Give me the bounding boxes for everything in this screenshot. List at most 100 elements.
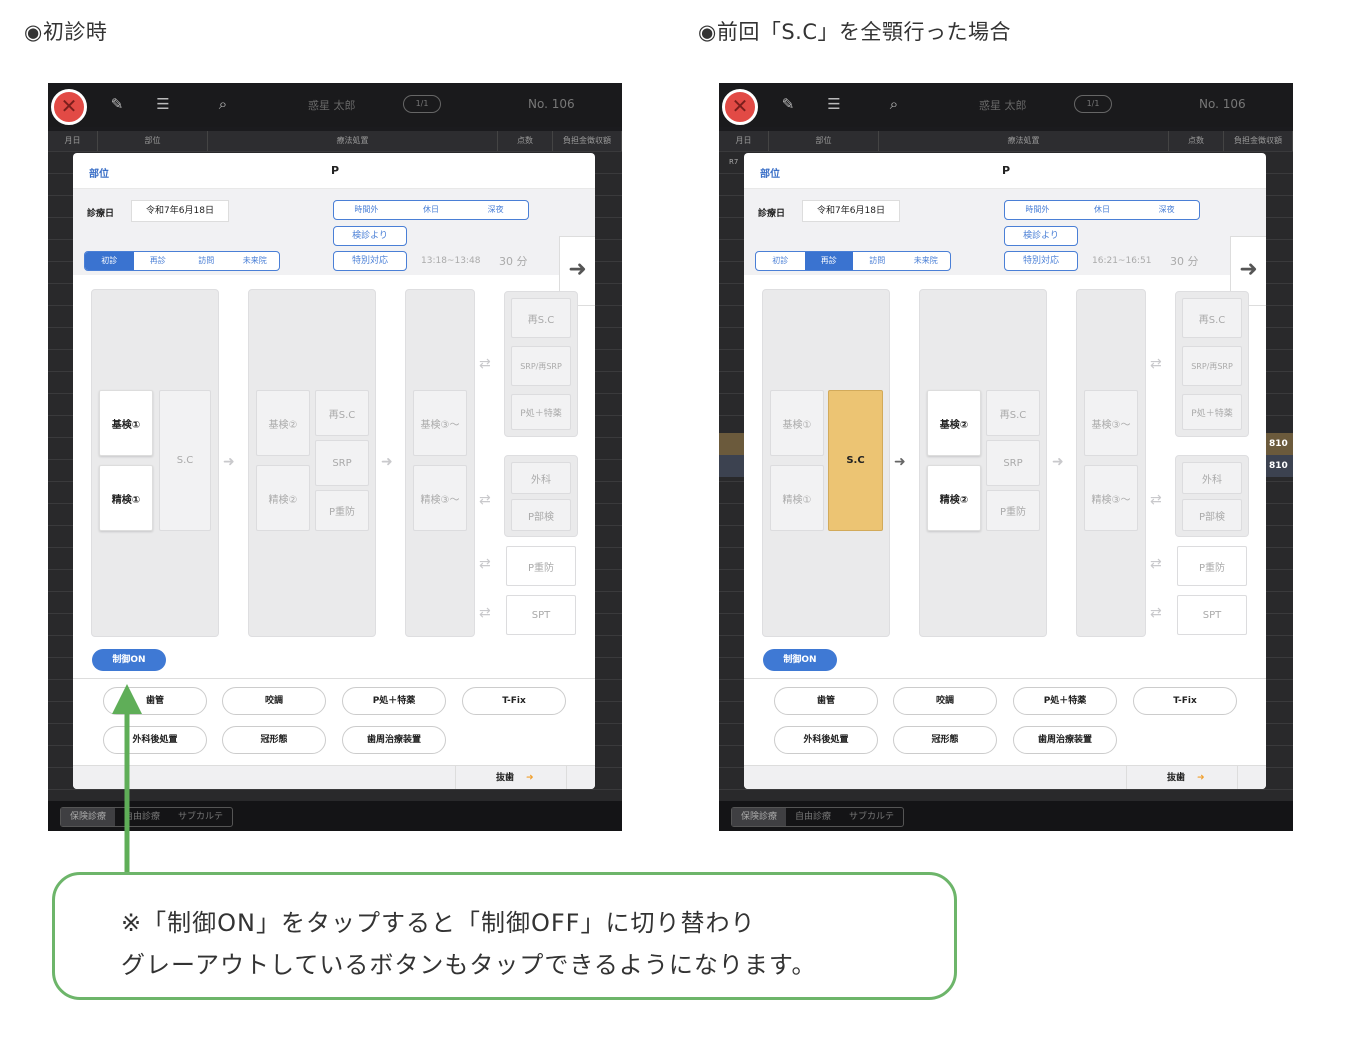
flow-panel-3 bbox=[405, 289, 475, 637]
re-sc-button[interactable]: 再S.C bbox=[315, 390, 369, 436]
option-perio-device[interactable]: 歯周治療装置 bbox=[1013, 726, 1117, 754]
tab-midnight[interactable]: 深夜 bbox=[463, 201, 528, 219]
extraction-button[interactable]: 抜歯 ➜ bbox=[1126, 766, 1238, 789]
option-post-surgery[interactable]: 外科後処置 bbox=[774, 726, 878, 754]
seiken2-button[interactable]: 精検② bbox=[927, 465, 981, 531]
bottom-bar: 保険診療 自由診療 サブカルテ bbox=[48, 801, 622, 831]
side-p-bu-button[interactable]: P部検 bbox=[1182, 499, 1242, 531]
tab-first-visit[interactable]: 初診 bbox=[756, 252, 805, 270]
kiken3-button[interactable]: 基検③〜 bbox=[413, 390, 467, 456]
kiken3-button[interactable]: 基検③〜 bbox=[1084, 390, 1138, 456]
tab-private[interactable]: 自由診療 bbox=[786, 808, 840, 826]
option-post-surgery[interactable]: 外科後処置 bbox=[103, 726, 207, 754]
option-kouchou[interactable]: 咬調 bbox=[222, 687, 326, 715]
srp-button[interactable]: SRP bbox=[315, 440, 369, 486]
side-spt-button[interactable]: SPT bbox=[1177, 595, 1247, 635]
option-p-toku[interactable]: P処＋特薬 bbox=[342, 687, 446, 715]
side-geka-button[interactable]: 外科 bbox=[1182, 462, 1242, 494]
tab-revisit[interactable]: 再診 bbox=[134, 252, 183, 270]
tab-not-visited[interactable]: 未来院 bbox=[902, 252, 951, 270]
tab-holiday[interactable]: 休日 bbox=[1070, 201, 1135, 219]
side-p-juubou-button[interactable]: P重防 bbox=[506, 546, 576, 586]
special-handling-button[interactable]: 特別対応 bbox=[1004, 251, 1078, 271]
p-juubou-button[interactable]: P重防 bbox=[315, 490, 369, 531]
sc-button[interactable]: S.C bbox=[828, 390, 883, 531]
tab-midnight[interactable]: 深夜 bbox=[1134, 201, 1199, 219]
side-p-bu-button[interactable]: P部検 bbox=[511, 499, 571, 531]
tab-insurance[interactable]: 保険診療 bbox=[732, 808, 787, 826]
note-line-2: グレーアウトしているボタンもタップできるようになります。 bbox=[121, 951, 817, 979]
tab-overtime[interactable]: 時間外 bbox=[334, 201, 399, 219]
search-document-icon[interactable]: ⌕ bbox=[885, 95, 903, 113]
edit-icon[interactable]: ✎ bbox=[779, 95, 797, 113]
control-on-toggle[interactable]: 制御ON bbox=[763, 649, 837, 671]
side-srp-button[interactable]: SRP/再SRP bbox=[1182, 346, 1242, 386]
row-prefix: R7 bbox=[729, 158, 739, 166]
seiken1-button[interactable]: 精検① bbox=[770, 465, 824, 531]
option-kouchou[interactable]: 咬調 bbox=[893, 687, 997, 715]
side-re-sc-button[interactable]: 再S.C bbox=[511, 298, 571, 338]
side-srp-button[interactable]: SRP/再SRP bbox=[511, 346, 571, 386]
patient-name: 惑星 太郎 bbox=[308, 99, 356, 112]
tab-revisit[interactable]: 再診 bbox=[804, 252, 853, 270]
tab-insurance[interactable]: 保険診療 bbox=[61, 808, 116, 826]
tab-overtime[interactable]: 時間外 bbox=[1005, 201, 1070, 219]
option-t-fix[interactable]: T-Fix bbox=[1133, 687, 1237, 715]
close-icon[interactable]: ✕ bbox=[722, 89, 758, 125]
tab-private[interactable]: 自由診療 bbox=[115, 808, 169, 826]
option-crown-shape[interactable]: 冠形態 bbox=[893, 726, 997, 754]
kenshin-button[interactable]: 検診より bbox=[333, 226, 407, 246]
kiken2-button[interactable]: 基検② bbox=[927, 390, 981, 456]
option-perio-device[interactable]: 歯周治療装置 bbox=[342, 726, 446, 754]
flow-arrow-icon: ➜ bbox=[1052, 454, 1064, 470]
special-handling-button[interactable]: 特別対応 bbox=[333, 251, 407, 271]
bottom-tabs: 保険診療 自由診療 サブカルテ bbox=[60, 807, 234, 827]
option-shikan[interactable]: 歯管 bbox=[103, 687, 207, 715]
tab-sub-chart[interactable]: サブカルテ bbox=[169, 808, 232, 826]
option-shikan[interactable]: 歯管 bbox=[774, 687, 878, 715]
kenshin-button[interactable]: 検診より bbox=[1004, 226, 1078, 246]
tab-holiday[interactable]: 休日 bbox=[399, 201, 464, 219]
list-icon[interactable]: ☰ bbox=[825, 95, 843, 113]
bottom-bar: 保険診療 自由診療 サブカルテ bbox=[719, 801, 1293, 831]
option-crown-shape[interactable]: 冠形態 bbox=[222, 726, 326, 754]
side-spt-button[interactable]: SPT bbox=[506, 595, 576, 635]
note-callout: ※「制御ON」をタップすると「制御OFF」に切り替わり グレーアウトしているボタ… bbox=[52, 872, 957, 1000]
seiken2-button[interactable]: 精検② bbox=[256, 465, 310, 531]
extraction-button[interactable]: 抜歯 ➜ bbox=[455, 766, 567, 789]
sc-button[interactable]: S.C bbox=[159, 390, 211, 531]
list-icon[interactable]: ☰ bbox=[154, 95, 172, 113]
tab-home-visit[interactable]: 訪問 bbox=[853, 252, 902, 270]
date-field[interactable]: 令和7年6月18日 bbox=[131, 200, 229, 222]
side-re-sc-button[interactable]: 再S.C bbox=[1182, 298, 1242, 338]
option-p-toku[interactable]: P処＋特薬 bbox=[1013, 687, 1117, 715]
tab-not-visited[interactable]: 未来院 bbox=[231, 252, 280, 270]
search-document-icon[interactable]: ⌕ bbox=[214, 95, 232, 113]
side-geka-button[interactable]: 外科 bbox=[511, 462, 571, 494]
date-field[interactable]: 令和7年6月18日 bbox=[802, 200, 900, 222]
seiken1-button[interactable]: 精検① bbox=[99, 465, 153, 531]
tab-home-visit[interactable]: 訪問 bbox=[182, 252, 231, 270]
srp-button[interactable]: SRP bbox=[986, 440, 1040, 486]
side-p-juubou-button[interactable]: P重防 bbox=[1177, 546, 1247, 586]
tab-first-visit[interactable]: 初診 bbox=[85, 252, 134, 270]
column-points: 点数 bbox=[1169, 131, 1224, 151]
seiken3-button[interactable]: 精検③〜 bbox=[413, 465, 467, 531]
side-p-toku-button[interactable]: P処＋特薬 bbox=[511, 394, 571, 430]
p-juubou-button[interactable]: P重防 bbox=[986, 490, 1040, 531]
page-indicator: 1/1 bbox=[403, 95, 441, 113]
site-label: 部位 bbox=[89, 169, 109, 180]
seiken3-button[interactable]: 精検③〜 bbox=[1084, 465, 1138, 531]
tab-sub-chart[interactable]: サブカルテ bbox=[840, 808, 903, 826]
kiken2-button[interactable]: 基検② bbox=[256, 390, 310, 456]
column-site: 部位 bbox=[769, 131, 879, 151]
option-t-fix[interactable]: T-Fix bbox=[462, 687, 566, 715]
close-icon[interactable]: ✕ bbox=[51, 89, 87, 125]
kiken1-button[interactable]: 基検① bbox=[99, 390, 153, 456]
extraction-label: 抜歯 bbox=[1167, 773, 1186, 783]
edit-icon[interactable]: ✎ bbox=[108, 95, 126, 113]
kiken1-button[interactable]: 基検① bbox=[770, 390, 824, 456]
side-p-toku-button[interactable]: P処＋特薬 bbox=[1182, 394, 1242, 430]
re-sc-button[interactable]: 再S.C bbox=[986, 390, 1040, 436]
control-on-toggle[interactable]: 制御ON bbox=[92, 649, 166, 671]
